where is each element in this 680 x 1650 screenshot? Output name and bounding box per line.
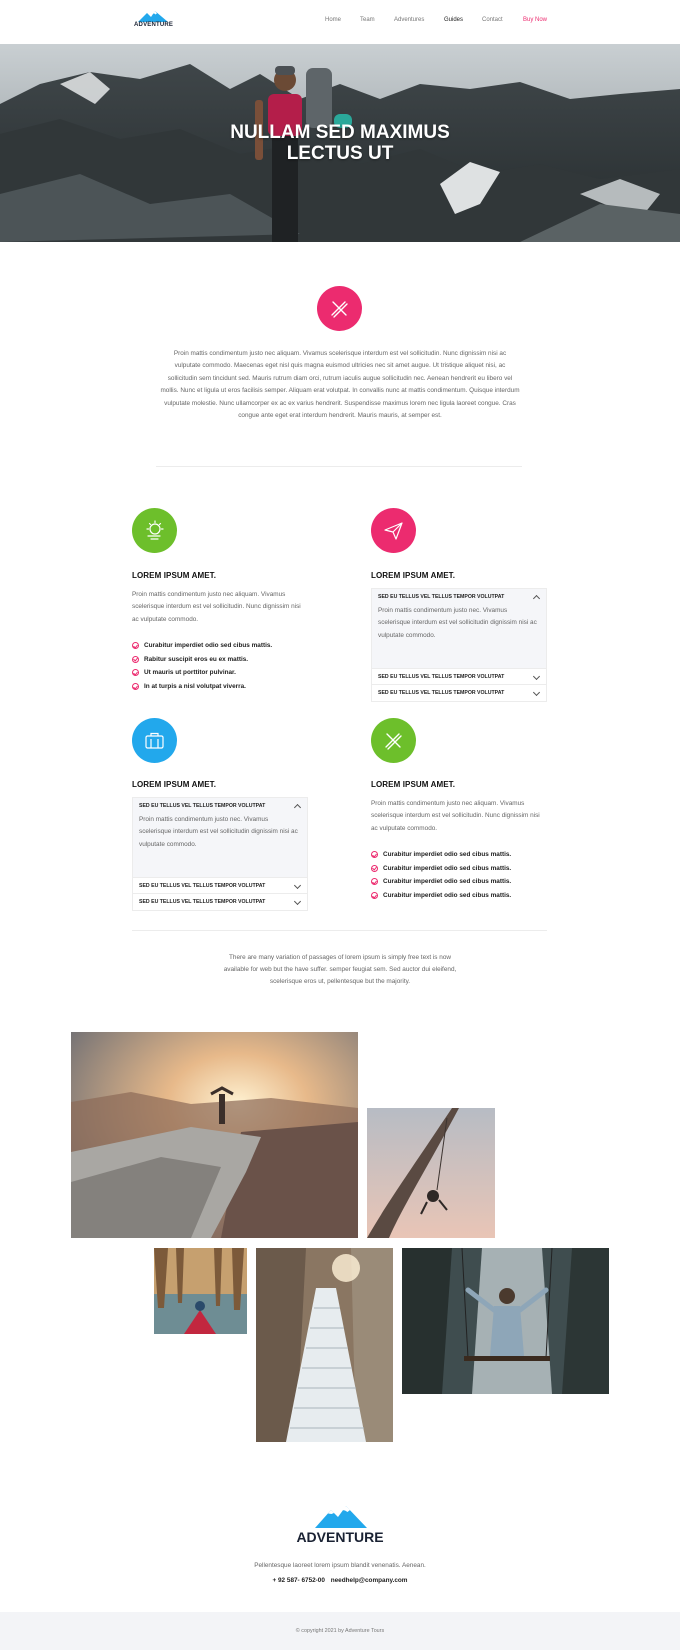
gallery-photo-handstand[interactable] [71, 1032, 358, 1238]
gallery-photo-stairs[interactable] [256, 1248, 393, 1442]
copyright-text: © copyright 2021 by Adventure Tours [295, 1628, 385, 1634]
pencil-ruler-icon [331, 301, 348, 318]
list-item-text: Rabitur suscipit eros eu ex mattis. [144, 655, 249, 663]
check-circle-icon [371, 878, 378, 886]
feature-2-icon-badge [371, 508, 416, 553]
footer-contact: + 92 587- 6752-00 needhelp@company.com [200, 1577, 480, 1584]
main-nav: Home Team Adventures Guides Contact Buy … [0, 17, 680, 27]
list-item: Rabitur suscipit eros eu ex mattis. [132, 655, 322, 669]
chevron-up-icon [532, 594, 541, 603]
feature-1-list: Curabitur imperdiet odio sed cibus matti… [132, 641, 322, 696]
accordion-body: Proin mattis condimentum justo nec. Viva… [372, 605, 546, 669]
intro-paragraph: Proin mattis condimentum justo nec aliqu… [160, 350, 520, 420]
list-item: In at turpis a nisl volutpat viverra. [132, 682, 322, 696]
list-item-text: Curabitur imperdiet odio sed cibus matti… [144, 642, 273, 649]
footer-email[interactable]: needhelp@company.com [331, 1577, 408, 1584]
gallery-intro-text: There are many variation of passages of … [223, 954, 457, 986]
chevron-up-icon [293, 803, 302, 812]
footer-phone[interactable]: + 92 587- 6752-00 [273, 1577, 325, 1584]
check-circle-icon [371, 851, 378, 858]
intro-icon-badge [317, 286, 362, 331]
accordion-header-label: SED EU TELLUS VEL TELLUS TEMPOR VOLUTPAT [139, 883, 266, 889]
nav-team[interactable]: Team [360, 17, 375, 23]
list-item: Curabitur imperdiet odio sed cibus matti… [371, 877, 561, 891]
list-item: Curabitur imperdiet odio sed cibus matti… [132, 641, 322, 655]
chevron-down-icon [293, 881, 302, 890]
list-item: Curabitur imperdiet odio sed cibus matti… [371, 891, 561, 905]
section-divider [132, 930, 547, 931]
nav-adventures[interactable]: Adventures [394, 17, 424, 23]
sun-cloud-icon [146, 520, 164, 540]
site-header: ADVENTURE Home Team Adventures Guides Co… [0, 0, 680, 44]
list-item-text: Curabitur imperdiet odio sed cibus matti… [383, 892, 512, 900]
accordion-header[interactable]: SED EU TELLUS VEL TELLUS TEMPOR VOLUTPAT [133, 798, 307, 814]
feature-4-list: Curabitur imperdiet odio sed cibus matti… [371, 850, 561, 905]
check-circle-icon [132, 642, 139, 649]
accordion-header-label: SED EU TELLUS VEL TELLUS TEMPOR VOLUTPAT [139, 899, 266, 905]
check-circle-icon [132, 655, 139, 663]
accordion-header[interactable]: SED EU TELLUS VEL TELLUS TEMPOR VOLUTPAT [133, 878, 307, 894]
paper-plane-icon [384, 522, 403, 540]
list-item: Curabitur imperdiet odio sed cibus matti… [371, 850, 561, 864]
feature-3-icon-badge [132, 718, 177, 763]
accordion-header-label: SED EU TELLUS VEL TELLUS TEMPOR VOLUTPAT [139, 803, 266, 809]
feature-1-title: LOREM IPSUM AMET. [132, 571, 217, 580]
check-circle-icon [371, 892, 378, 900]
hero-title-line-1: NULLAM SED MAXIMUS [230, 122, 450, 143]
accordion-header-label: SED EU TELLUS VEL TELLUS TEMPOR VOLUTPAT [378, 594, 505, 600]
accordion-body: Proin mattis condimentum justo nec. Viva… [133, 814, 307, 878]
feature-2-accordion: SED EU TELLUS VEL TELLUS TEMPOR VOLUTPAT… [371, 588, 547, 702]
chevron-down-icon [532, 672, 541, 681]
footer-brand-name: ADVENTURE [296, 1529, 384, 1545]
hero-title-line-2: LECTUS UT [286, 143, 394, 164]
hero-title: NULLAM SED MAXIMUS LECTUS UT [190, 122, 490, 164]
pencil-ruler-icon [385, 733, 402, 750]
chevron-down-icon [293, 897, 302, 906]
accordion-header-label: SED EU TELLUS VEL TELLUS TEMPOR VOLUTPAT [378, 674, 505, 680]
briefcase-icon [145, 732, 164, 749]
feature-4-icon-badge [371, 718, 416, 763]
list-item: Ut mauris ut porttitor pulvinar. [132, 668, 322, 682]
nav-guides[interactable]: Guides [444, 17, 463, 23]
buy-now-link[interactable]: Buy Now [523, 17, 547, 23]
feature-4-text: Proin mattis condimentum justo nec aliqu… [371, 800, 540, 832]
gallery-photo-swing-tree[interactable] [367, 1108, 495, 1238]
nav-home[interactable]: Home [325, 17, 341, 23]
check-circle-icon [132, 683, 139, 691]
feature-2-title: LOREM IPSUM AMET. [371, 571, 456, 580]
nav-contact[interactable]: Contact [482, 17, 503, 23]
list-item-text: Curabitur imperdiet odio sed cibus matti… [383, 864, 512, 872]
list-item-text: Curabitur imperdiet odio sed cibus matti… [383, 851, 512, 858]
feature-3-accordion: SED EU TELLUS VEL TELLUS TEMPOR VOLUTPAT… [132, 797, 308, 911]
accordion-header[interactable]: SED EU TELLUS VEL TELLUS TEMPOR VOLUTPAT [372, 669, 546, 685]
footer-description: Pellentesque laoreet lorem ipsum blandit… [254, 1562, 426, 1569]
feature-1-icon-badge [132, 508, 177, 553]
list-item-text: In at turpis a nisl volutpat viverra. [144, 683, 246, 691]
feature-4-title: LOREM IPSUM AMET. [371, 780, 456, 789]
list-item-text: Curabitur imperdiet odio sed cibus matti… [383, 878, 512, 886]
chevron-down-icon [532, 688, 541, 697]
feature-1-text: Proin mattis condimentum justo nec aliqu… [132, 591, 301, 623]
accordion-header-label: SED EU TELLUS VEL TELLUS TEMPOR VOLUTPAT [378, 690, 505, 696]
list-item: Curabitur imperdiet odio sed cibus matti… [371, 864, 561, 878]
feature-3-title: LOREM IPSUM AMET. [132, 780, 217, 789]
footer-mountain-logo-icon [315, 1506, 367, 1528]
hero-banner: NULLAM SED MAXIMUS LECTUS UT [0, 44, 680, 242]
gallery-photo-swing-waterfall[interactable] [402, 1248, 609, 1394]
gallery-photo-kayak[interactable] [154, 1248, 247, 1334]
accordion-header[interactable]: SED EU TELLUS VEL TELLUS TEMPOR VOLUTPAT [372, 685, 546, 701]
section-divider [156, 466, 522, 467]
check-circle-icon [132, 669, 139, 677]
accordion-header[interactable]: SED EU TELLUS VEL TELLUS TEMPOR VOLUTPAT [372, 589, 546, 605]
accordion-header[interactable]: SED EU TELLUS VEL TELLUS TEMPOR VOLUTPAT [133, 894, 307, 910]
list-item-text: Ut mauris ut porttitor pulvinar. [144, 669, 236, 677]
check-circle-icon [371, 864, 378, 872]
